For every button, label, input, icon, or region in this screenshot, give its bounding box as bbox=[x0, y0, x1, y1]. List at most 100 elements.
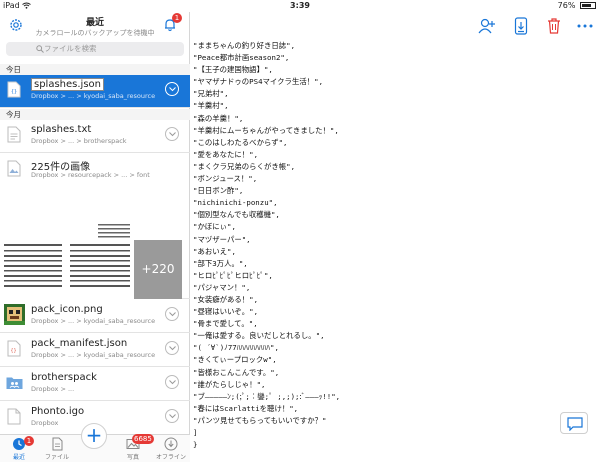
file-path: Dropbox > resourcepack > ... > font bbox=[31, 171, 150, 179]
search-input[interactable]: ファイルを検索 bbox=[6, 42, 184, 56]
battery-percent: 76% bbox=[557, 1, 576, 10]
battery-icon bbox=[580, 2, 596, 9]
list-item[interactable]: 225件の画像 Dropbox > resourcepack > ... > f… bbox=[0, 154, 190, 220]
file-name: brotherspack bbox=[31, 372, 97, 383]
content-line: "Peace都市計画season2", bbox=[193, 53, 290, 63]
content-line: "( ´∀`)ﾉ77ﾊﾊﾊﾊﾊﾊﾊﾊﾊ", bbox=[193, 343, 279, 353]
content-line: "ままちゃんの釣り好き日誌", bbox=[193, 41, 296, 50]
tab-bar: 最近 1 ファイル + 写真 6685 オフライン bbox=[0, 423, 190, 462]
more-icon[interactable] bbox=[575, 16, 595, 36]
list-item[interactable]: pack_icon.png Dropbox > ... > kyodai_sab… bbox=[0, 300, 190, 333]
content-line: "部下3万人。", bbox=[193, 258, 248, 268]
file-name: pack_icon.png bbox=[31, 304, 103, 315]
tab-label: 最近 bbox=[12, 454, 25, 461]
comment-icon bbox=[567, 417, 583, 431]
plus-icon[interactable]: + bbox=[81, 423, 107, 449]
file-path: Dropbox > ... > brotherspack bbox=[31, 137, 127, 145]
file-icon bbox=[7, 408, 21, 425]
chevron-down-icon[interactable] bbox=[165, 341, 179, 355]
more-images-overlay[interactable]: +220 bbox=[134, 240, 182, 299]
files-icon bbox=[52, 437, 63, 451]
file-text-content[interactable]: "ままちゃんの釣り好き日誌", "Peace都市計画season2", "【王子の建… bbox=[193, 40, 593, 451]
shared-folder-icon bbox=[6, 377, 23, 389]
tab-badge: 1 bbox=[24, 436, 34, 446]
chevron-down-icon[interactable] bbox=[165, 82, 179, 96]
content-line: "森の羊羹！", bbox=[193, 113, 244, 123]
tab-badge: 6685 bbox=[132, 434, 154, 444]
file-name: splashes.json bbox=[31, 78, 104, 91]
tab-label: 写真 bbox=[126, 454, 139, 461]
notification-badge: 1 bbox=[172, 13, 182, 23]
content-line: "愛をあなたに！", bbox=[193, 149, 259, 159]
tab-files[interactable]: ファイル bbox=[38, 437, 76, 461]
content-line: "骨まで愛して。", bbox=[193, 319, 258, 329]
text-file-icon bbox=[7, 126, 21, 143]
content-line: "一俺は愛する。良いだしとれるし。", bbox=[193, 331, 325, 341]
image-icon bbox=[7, 160, 21, 177]
file-name: splashes.txt bbox=[31, 124, 92, 135]
content-line: "かぼにぃ", bbox=[193, 222, 236, 232]
content-line: "皆様おこんこんです。", bbox=[193, 367, 280, 377]
content-line: "ヤマザナドゥのPS4マイクラ生活！", bbox=[193, 77, 324, 87]
content-line: "羊羹村にムーちゃんがやってきました！", bbox=[193, 125, 339, 135]
status-bar: iPad 3:39 76% bbox=[0, 0, 600, 12]
chevron-down-icon[interactable] bbox=[165, 375, 179, 389]
content-line: "パジャマン！", bbox=[193, 282, 251, 292]
content-line: "あおいえ", bbox=[193, 246, 236, 256]
content-line: "マヅザーパー", bbox=[193, 234, 251, 244]
tab-offline[interactable]: オフライン bbox=[152, 437, 190, 461]
content-line: "女装癖がある！", bbox=[193, 294, 259, 304]
content-line: "誰がたらしじゃ！", bbox=[193, 379, 266, 389]
image-thumbnails[interactable]: +220 bbox=[0, 220, 190, 299]
sidebar-header: 最近 カメラロールのバックアップを待機中 1 bbox=[0, 12, 189, 40]
clock: 3:39 bbox=[290, 1, 310, 10]
export-icon[interactable] bbox=[511, 16, 531, 36]
content-line: "個別型なんでも収穫機", bbox=[193, 210, 280, 220]
file-path: Dropbox > ... > kyodai_saba_resource bbox=[31, 351, 156, 359]
offline-icon bbox=[164, 437, 178, 451]
share-user-icon[interactable] bbox=[477, 16, 497, 36]
list-item[interactable]: brotherspack Dropbox > ... bbox=[0, 368, 190, 401]
tab-recent[interactable]: 最近 1 bbox=[0, 436, 38, 461]
tab-label: ファイル bbox=[44, 454, 69, 461]
content-line: "まくクラ兄弟のらくがき帳", bbox=[193, 161, 296, 171]
tab-label: オフライン bbox=[155, 454, 186, 461]
list-item[interactable]: splashes.txt Dropbox > ... > brotherspac… bbox=[0, 120, 190, 153]
content-line: "昼寝はいいぞ。", bbox=[193, 307, 259, 317]
pack-icon-thumbnail bbox=[4, 304, 25, 325]
file-name: Phonto.igo bbox=[31, 406, 85, 417]
file-path: Dropbox > ... > kyodai_saba_resource bbox=[31, 92, 156, 100]
content-line: "春にはScarlattiを聴け！", bbox=[193, 403, 299, 413]
chevron-down-icon[interactable] bbox=[165, 307, 179, 321]
list-item[interactable]: {} splashes.json Dropbox > ... > kyodai_… bbox=[0, 75, 190, 108]
tab-photos[interactable]: 写真 6685 bbox=[114, 434, 154, 461]
section-month: 今月 bbox=[0, 109, 190, 120]
chevron-down-icon[interactable] bbox=[165, 409, 179, 423]
content-line: "きくてぃープロックw", bbox=[193, 355, 277, 365]
content-line: "羊羹村", bbox=[193, 101, 229, 111]
search-placeholder: ファイルを検索 bbox=[44, 44, 97, 53]
trash-icon[interactable] bbox=[544, 16, 564, 36]
content-line: "このはしわたるべからず", bbox=[193, 137, 288, 147]
content-line: "兄弟村", bbox=[193, 89, 229, 99]
json-file-icon: {} bbox=[7, 340, 21, 357]
content-line: "nichinichi-ponzu", bbox=[193, 198, 278, 208]
content-line: "ブ―――――ﾝ;(;ﾟ;︰鑾;ﾟ ;,;);:ﾞ―――ｯ!!", bbox=[193, 391, 341, 401]
chevron-down-icon[interactable] bbox=[165, 127, 179, 141]
content-line: "ヒロﾋﾟﾋﾟﾋﾟヒロﾋﾟﾋﾟ", bbox=[193, 270, 273, 280]
comment-button[interactable] bbox=[560, 412, 588, 434]
file-path: Dropbox > ... bbox=[31, 385, 75, 393]
content-line: "パンツ見せてもらってもいいですか？" bbox=[193, 415, 327, 425]
json-file-icon: {} bbox=[7, 81, 21, 98]
file-path: Dropbox bbox=[31, 419, 59, 427]
svg-text:{}: {} bbox=[11, 348, 17, 354]
file-path: Dropbox > ... > kyodai_saba_resource bbox=[31, 317, 156, 325]
battery-status: 76% bbox=[558, 0, 596, 12]
list-item[interactable]: {} pack_manifest.json Dropbox > ... > ky… bbox=[0, 334, 190, 367]
search-icon bbox=[36, 45, 44, 53]
svg-text:{}: {} bbox=[11, 89, 17, 95]
content-line: "【王子の建国物語】", bbox=[193, 65, 273, 75]
preview-toolbar bbox=[191, 12, 600, 40]
content-line: ] bbox=[193, 428, 198, 437]
file-preview: "ままちゃんの釣り好き日誌", "Peace都市計画season2", "【王子の建… bbox=[191, 12, 600, 450]
